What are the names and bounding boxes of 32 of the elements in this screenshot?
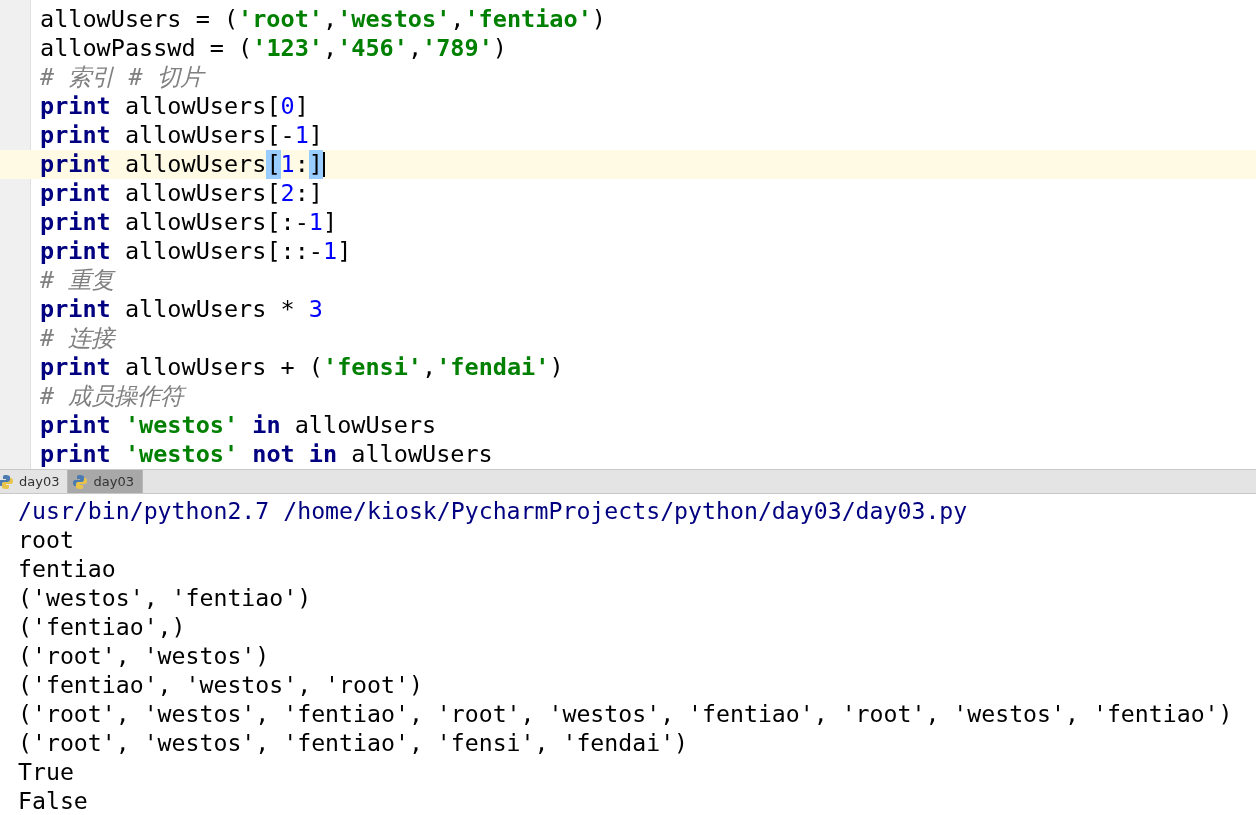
code-line: # 连接 xyxy=(39,324,118,353)
code-line: print allowUsers[:-1] xyxy=(39,208,339,237)
output-line: root xyxy=(18,525,75,554)
output-line: ('fentiao',) xyxy=(18,612,187,641)
text-caret xyxy=(323,152,325,177)
code-line: print allowUsers[0] xyxy=(39,92,310,121)
output-line: ('root', 'westos') xyxy=(18,641,271,670)
run-tab[interactable]: day03 xyxy=(0,470,69,493)
code-line: allowPasswd = ('123','456','789') xyxy=(39,34,508,63)
code-line: print allowUsers + ('fensi','fendai') xyxy=(39,353,565,382)
python-icon xyxy=(72,473,89,490)
output-line: ('westos', 'fentiao') xyxy=(18,583,313,612)
output-line: ('root', 'westos', 'fentiao', 'fensi', 'fendai') xyxy=(18,728,690,757)
output-line: ('root', 'westos', 'fentiao', 'root', 'westos', 'fentiao', 'root', 'westos', 'fentiao') xyxy=(18,699,1234,728)
python-icon xyxy=(0,473,14,490)
output-line: fentiao xyxy=(18,554,117,583)
code-line: # 重复 xyxy=(39,266,117,295)
code-line: print allowUsers[::-1] xyxy=(39,237,353,266)
run-tab[interactable]: day03 xyxy=(68,470,143,493)
code-line: print allowUsers[-1] xyxy=(39,121,324,150)
code-line: print 'westos' not in allowUsers xyxy=(39,440,494,469)
code-line: print allowUsers * 3 xyxy=(39,295,324,324)
output-line: False xyxy=(18,786,89,815)
code-line: allowUsers = ('root','westos','fentiao') xyxy=(39,5,607,34)
run-command: /usr/bin/python2.7 /home/kiosk/PycharmProjects/python/day03/day03.py xyxy=(18,496,969,525)
code-line: # 成员操作符 xyxy=(0,382,1256,411)
code-line: print allowUsers[2:] xyxy=(39,179,324,208)
code-editor[interactable] xyxy=(0,0,1256,469)
code-line: # 索引 # 切片 xyxy=(0,63,1256,92)
output-line: ('fentiao', 'westos', 'root') xyxy=(18,670,424,699)
output-line: True xyxy=(18,757,75,786)
code-line: print 'westos' in allowUsers xyxy=(39,411,438,440)
